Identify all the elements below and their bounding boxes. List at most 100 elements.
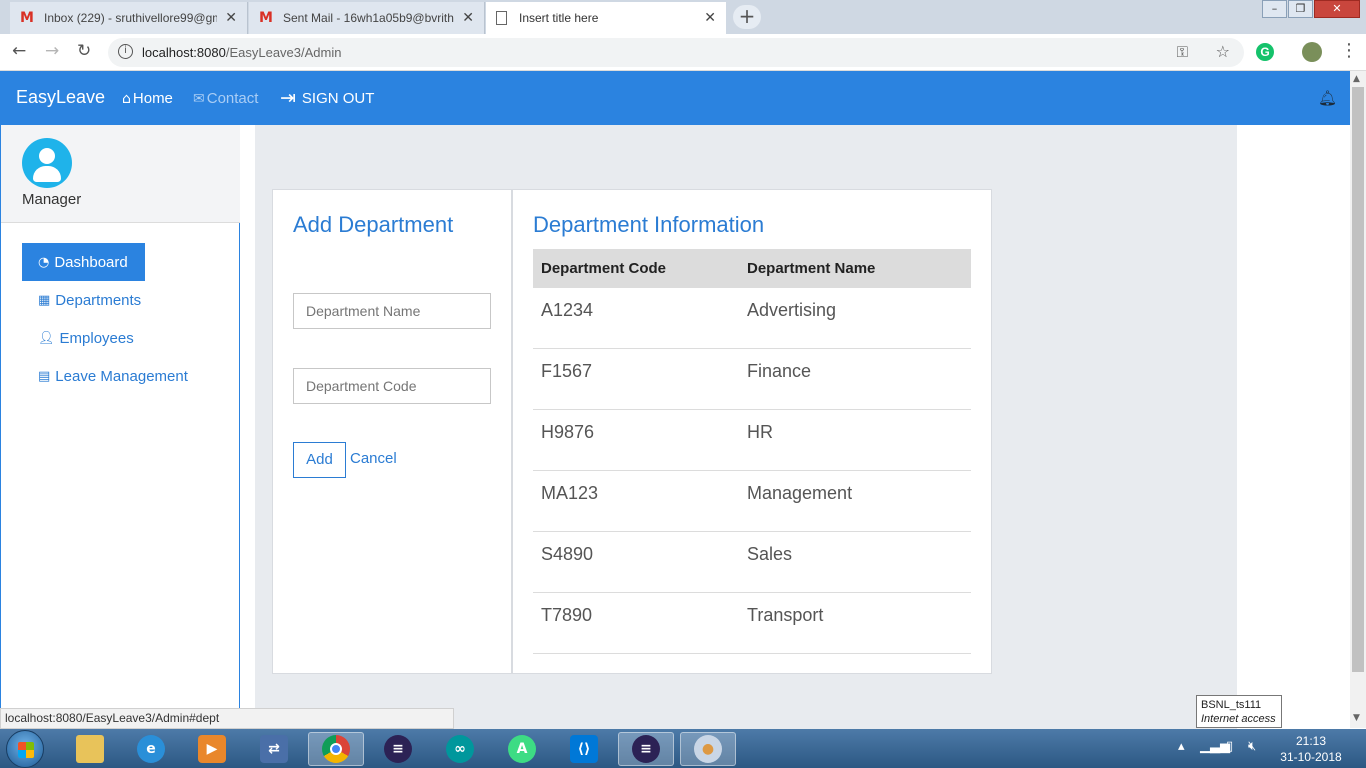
department-code-cell: MA123 [541, 483, 599, 503]
restore-button[interactable]: ❐ [1288, 0, 1313, 18]
link-status-bar: localhost:8080/EasyLeave3/Admin#dept [0, 708, 454, 729]
department-info-card: Department Information Department Code D… [512, 189, 992, 674]
user-icon: 👤︎ [38, 330, 55, 346]
taskbar-internet-explorer[interactable]: e [123, 732, 179, 766]
sidebar-item-label: Leave Management [55, 367, 188, 385]
chrome-icon [322, 735, 350, 763]
page-scrollbar[interactable]: ▲ ▼ [1350, 71, 1366, 728]
brand-logo[interactable]: EasyLeave [16, 87, 105, 108]
windows-taskbar: e ▶ ⇄ ≡ ∞ A ⟨⟩ ≡ ● ▴ ▁▃▅ ▯ 🔇︎ 21:13 31-1… [0, 729, 1366, 768]
battery-icon[interactable]: ▯ [1226, 739, 1233, 754]
user-avatar-icon [22, 138, 72, 188]
url-text: localhost:8080/EasyLeave3/Admin [142, 45, 341, 60]
taskbar-media-player[interactable]: ▶ [184, 732, 240, 766]
taskbar-explorer[interactable] [62, 732, 118, 766]
folder-icon [76, 735, 104, 763]
scrollbar-thumb[interactable] [1352, 87, 1364, 672]
tab-title: Inbox (229) - sruthivellore99@gm [44, 11, 218, 25]
nav-home-label: Home [132, 90, 173, 107]
browser-menu-icon[interactable]: ⋮ [1340, 40, 1358, 61]
grammarly-extension-icon[interactable]: G [1256, 43, 1274, 61]
department-code-cell: F1567 [541, 361, 593, 381]
nav-contact-label: Contact [206, 90, 259, 107]
taskbar-chrome[interactable] [308, 732, 364, 766]
network-name: BSNL_ts111 [1201, 699, 1262, 711]
sidebar-item-departments[interactable]: ▦ Departments [22, 281, 157, 319]
sidebar-item-dashboard[interactable]: ◔ Dashboard [22, 243, 145, 281]
new-tab-button[interactable]: + [733, 5, 761, 29]
forward-arrow-icon[interactable]: → [45, 41, 59, 61]
table-row: F1567 Finance [533, 349, 971, 410]
close-tab-icon[interactable]: ✕ [462, 10, 474, 26]
nav-signout-link[interactable]: ⇥ SIGN OUT [280, 87, 374, 109]
notification-bell-icon[interactable]: 🔔︎ [1318, 89, 1337, 107]
close-window-button[interactable]: ✕ [1314, 0, 1360, 18]
department-code-cell: T7890 [541, 605, 593, 625]
reload-icon[interactable]: ↻ [77, 41, 91, 61]
table-row: S4890 Sales [533, 532, 971, 593]
eclipse-icon: ≡ [632, 735, 660, 763]
show-hidden-icons-icon[interactable]: ▴ [1178, 739, 1185, 754]
department-table: Department Code Department Name A1234 Ad… [533, 249, 971, 654]
start-button[interactable] [6, 730, 44, 768]
sidebar-item-employees[interactable]: 👤︎ Employees [22, 319, 150, 357]
department-name-cell: HR [747, 422, 773, 442]
scroll-down-arrow-icon[interactable]: ▼ [1353, 713, 1360, 723]
right-margin [1237, 125, 1350, 731]
nav-signout-label: SIGN OUT [301, 89, 375, 107]
taskbar-arduino[interactable]: ∞ [432, 732, 488, 766]
table-row: T7890 Transport [533, 593, 971, 654]
minimize-button[interactable]: – [1262, 0, 1287, 18]
taskbar-vscode[interactable]: ⟨⟩ [556, 732, 612, 766]
department-code-cell: S4890 [541, 544, 594, 564]
department-name-cell: Sales [747, 544, 793, 564]
bookmark-star-icon[interactable]: ☆ [1216, 42, 1230, 61]
network-tooltip: BSNL_ts111 Internet access [1196, 695, 1282, 728]
gmail-icon: M [259, 10, 273, 26]
sign-out-icon: ⇥ [280, 87, 296, 109]
taskbar-network-app[interactable]: ⇄ [246, 732, 302, 766]
table-row: H9876 HR [533, 410, 971, 471]
department-name-cell: Finance [747, 361, 812, 381]
taskbar-eclipse-2[interactable]: ≡ [618, 732, 674, 766]
sidebar-item-leave-management[interactable]: ▤ Leave Management [22, 357, 204, 395]
arduino-icon: ∞ [446, 735, 474, 763]
tab-gmail-inbox[interactable]: M Inbox (229) - sruthivellore99@gm ✕ [10, 2, 248, 34]
grid-icon: ▦ [38, 292, 51, 308]
scroll-up-arrow-icon[interactable]: ▲ [1353, 74, 1360, 84]
taskbar-eclipse[interactable]: ≡ [370, 732, 426, 766]
taskbar-android-studio[interactable]: A [494, 732, 550, 766]
key-icon[interactable]: ⚿ [1177, 43, 1188, 61]
back-arrow-icon[interactable]: ← [12, 41, 26, 61]
user-profile-box: Manager [1, 125, 240, 223]
close-tab-icon[interactable]: ✕ [225, 10, 237, 26]
add-department-card: Add Department Add Cancel [272, 189, 512, 674]
profile-avatar[interactable] [1302, 42, 1322, 62]
department-name-input[interactable] [293, 293, 491, 329]
vscode-icon: ⟨⟩ [570, 735, 598, 763]
sidebar-item-label: Dashboard [54, 253, 128, 271]
tab-gmail-sent[interactable]: M Sent Mail - 16wh1a05b9@bvrithy ✕ [249, 2, 485, 34]
nav-home-link[interactable]: ⌂ Home [122, 90, 173, 107]
column-header-code: Department Code [541, 260, 667, 277]
url-path: /EasyLeave3/Admin [225, 45, 342, 60]
nav-contact-link[interactable]: ✉ Contact [193, 90, 258, 107]
calendar-icon: ▤ [38, 368, 51, 384]
network-app-icon: ⇄ [260, 735, 288, 763]
gmail-icon: M [20, 10, 34, 26]
envelope-icon: ✉ [193, 90, 205, 107]
department-code-cell: A1234 [541, 300, 594, 320]
user-role: Manager [22, 191, 82, 208]
volume-muted-icon[interactable]: 🔇︎ [1248, 739, 1256, 754]
department-code-input[interactable] [293, 368, 491, 404]
system-clock[interactable]: 21:13 31-10-2018 [1280, 733, 1342, 765]
cancel-link[interactable]: Cancel [350, 450, 397, 467]
add-department-title: Add Department [293, 212, 454, 237]
taskbar-paint[interactable]: ● [680, 732, 736, 766]
url-host: localhost:8080 [142, 45, 226, 60]
info-icon[interactable]: i [118, 44, 133, 59]
close-tab-icon[interactable]: ✕ [704, 10, 716, 26]
url-field[interactable]: i localhost:8080/EasyLeave3/Admin ⚿ ☆ [108, 38, 1244, 67]
tab-current-page[interactable]: Insert title here ✕ [486, 2, 726, 34]
add-button[interactable]: Add [293, 442, 346, 478]
